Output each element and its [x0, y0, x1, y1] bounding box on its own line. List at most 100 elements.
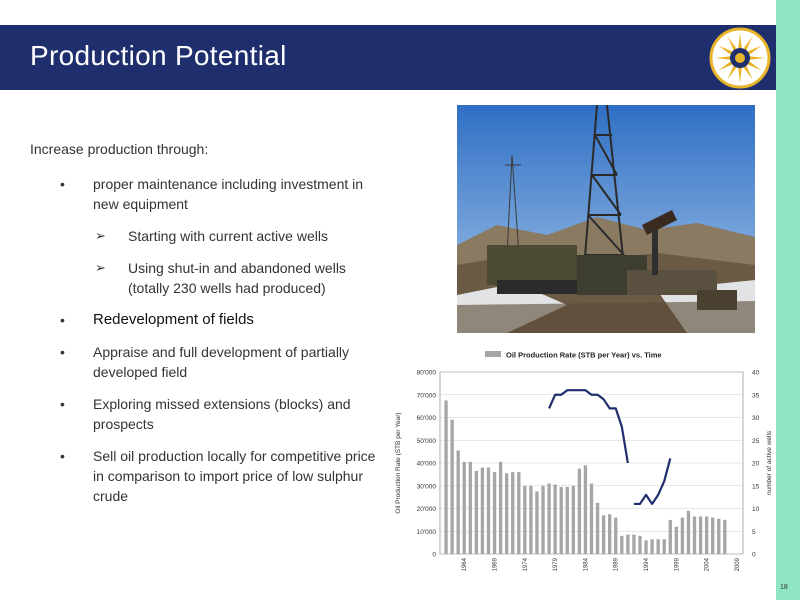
bar	[480, 467, 485, 554]
bar	[559, 486, 563, 554]
oil-rig-photo	[457, 105, 755, 333]
sub-bullet-text: Using shut-in and abandoned wells (total…	[128, 260, 346, 296]
bar	[456, 450, 460, 554]
y-tick-label: 70'000	[417, 392, 437, 399]
bar	[620, 535, 624, 554]
bar	[711, 517, 715, 554]
bar	[498, 461, 503, 554]
bar	[492, 472, 497, 554]
bullet-text: Exploring missed extensions (blocks) and…	[93, 396, 351, 432]
bar	[656, 539, 660, 554]
bullet-item: • proper maintenance including investmen…	[60, 174, 390, 214]
y-tick-label: 30'000	[417, 483, 437, 490]
bar	[686, 510, 691, 554]
slide-title: Production Potential	[30, 40, 287, 71]
bar	[553, 484, 557, 554]
bar	[444, 400, 448, 554]
y-axis-title: Oil Production Rate (STB per Year)	[395, 412, 402, 513]
x-tick-label: 2009	[735, 557, 741, 571]
bar	[486, 467, 491, 554]
bar	[468, 461, 472, 554]
bar	[565, 486, 569, 554]
x-tick-label: 1969	[493, 557, 499, 571]
bar	[474, 470, 479, 554]
x-tick-label: 1994	[644, 557, 650, 571]
arrow-bullet-icon: ➢	[95, 228, 106, 243]
bar	[462, 461, 466, 554]
bullet-text: Appraise and full development of partial…	[93, 344, 350, 380]
bullet-marker: •	[60, 312, 65, 328]
bar	[626, 534, 630, 554]
sub-bullet-item: ➢ Starting with current active wells	[93, 226, 390, 246]
sub-bullet-item: ➢ Using shut-in and abandoned wells (tot…	[93, 258, 390, 298]
y-tick-label: 60'000	[417, 415, 437, 422]
x-tick-label: 1984	[583, 557, 589, 571]
x-tick-label: 1974	[523, 557, 529, 571]
bar	[589, 483, 594, 554]
x-tick-label: 2004	[705, 557, 711, 571]
bar	[529, 485, 533, 554]
y2-tick-label: 10	[752, 506, 760, 513]
bar	[547, 483, 551, 554]
x-tick-label: 1964	[462, 557, 468, 571]
bullet-item: • Appraise and full development of parti…	[60, 342, 390, 382]
bar	[692, 516, 697, 554]
bar	[668, 519, 672, 554]
bar	[601, 515, 606, 554]
bar	[450, 419, 454, 554]
bar	[608, 514, 612, 554]
bar	[504, 473, 509, 554]
y-tick-label: 40'000	[417, 461, 437, 468]
bar	[595, 502, 600, 554]
y-tick-label: 20'000	[417, 506, 437, 513]
bar	[717, 518, 721, 554]
bullet-list: • proper maintenance including investmen…	[60, 174, 390, 506]
bar	[704, 516, 709, 554]
bar	[583, 465, 588, 554]
y2-tick-label: 20	[752, 461, 760, 468]
bar	[523, 485, 527, 554]
bar	[577, 468, 582, 554]
y2-tick-label: 30	[752, 415, 760, 422]
bullet-marker: •	[60, 396, 65, 412]
page-number: 18	[780, 584, 788, 591]
bar	[517, 472, 521, 554]
bullet-text: Redevelopment of fields	[93, 311, 254, 328]
bar	[511, 472, 515, 554]
bar	[535, 491, 539, 554]
y-tick-label: 10'000	[417, 529, 437, 536]
bar	[662, 539, 666, 554]
y2-tick-label: 0	[752, 552, 756, 559]
x-tick-label: 1979	[553, 557, 559, 571]
y2-tick-label: 5	[752, 529, 756, 536]
legend-label: Oil Production Rate (STB per Year) vs. T…	[506, 351, 662, 360]
bullet-item: • Redevelopment of fields	[60, 310, 390, 330]
bar	[680, 517, 685, 554]
bullet-item: • Exploring missed extensions (blocks) a…	[60, 394, 390, 434]
y2-axis-title: number of active wells	[766, 430, 773, 495]
x-tick-label: 1989	[614, 557, 620, 571]
sub-bullet-text: Starting with current active wells	[128, 228, 328, 244]
y2-tick-label: 40	[752, 370, 760, 377]
bullet-text: proper maintenance including investment …	[93, 176, 364, 212]
bar	[644, 540, 648, 554]
y-tick-label: 80'000	[417, 370, 437, 377]
oil-production-chart: 0 10'000 20'000 30'000 40'000 50'000 60'000 70'…	[395, 351, 773, 572]
bar	[632, 534, 636, 554]
bullet-marker: •	[60, 176, 65, 192]
arrow-bullet-icon: ➢	[95, 260, 106, 275]
bullet-item: • Sell oil production locally for compet…	[60, 446, 390, 506]
bar	[723, 519, 727, 554]
bullet-text: Sell oil production locally for competit…	[93, 448, 376, 504]
y2-tick-label: 35	[752, 392, 760, 399]
y2-tick-label: 25	[752, 438, 760, 445]
bar	[571, 485, 575, 554]
y-tick-label: 0	[432, 552, 436, 559]
bar	[650, 539, 654, 554]
legend-swatch	[485, 351, 501, 357]
bar	[638, 535, 642, 554]
company-logo	[709, 27, 771, 89]
intro-text: Increase production through:	[30, 141, 209, 157]
bullet-marker: •	[60, 448, 65, 464]
y-tick-label: 50'000	[417, 438, 437, 445]
